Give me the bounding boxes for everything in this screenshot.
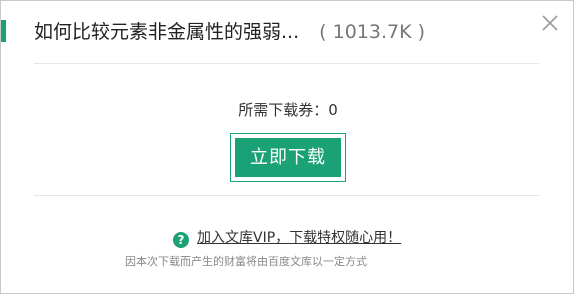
top-divider	[34, 63, 539, 64]
join-vip-link[interactable]: 加入文库VIP，下载特权随心用！	[197, 230, 401, 246]
title-accent-bar	[1, 20, 6, 42]
bottom-divider	[34, 195, 539, 196]
question-circle-icon: ?	[173, 232, 189, 248]
document-title: 如何比较元素非金属性的强弱...	[34, 21, 300, 43]
vip-promo: ? 加入文库VIP，下载特权随心用！	[173, 228, 401, 248]
download-now-button[interactable]: 立即下载	[235, 138, 341, 177]
download-dialog: 如何比较元素非金属性的强弱... ( 1013.7K ) 所需下载券：0 立即下…	[0, 0, 574, 294]
file-size: ( 1013.7K )	[319, 21, 426, 43]
dialog-title: 如何比较元素非金属性的强弱... ( 1013.7K )	[34, 19, 425, 45]
download-button-frame: 立即下载	[230, 133, 346, 182]
wealth-notice: 因本次下载而产生的财富将由百度文库以一定方式	[125, 255, 367, 268]
close-icon[interactable]	[539, 12, 561, 34]
coupon-requirement: 所需下载券：0	[238, 101, 338, 119]
